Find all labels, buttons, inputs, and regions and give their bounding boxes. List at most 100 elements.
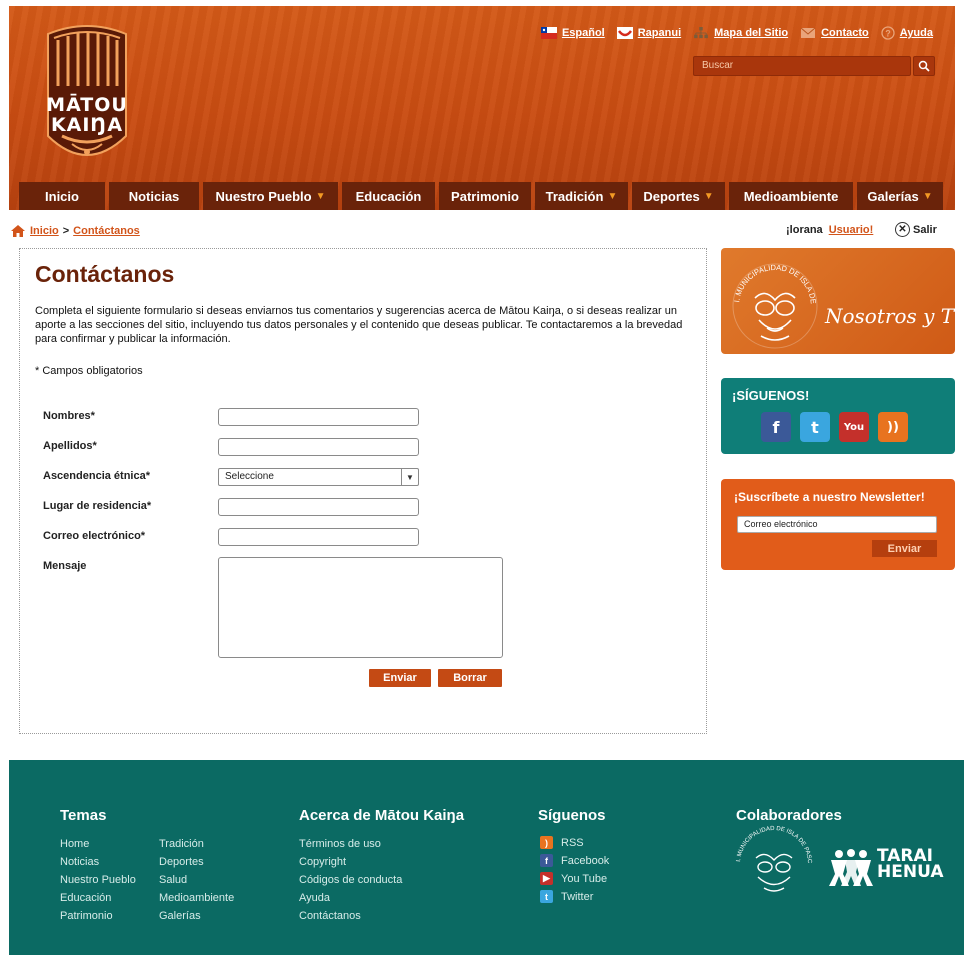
- footer-link[interactable]: Nuestro Pueblo: [60, 874, 136, 886]
- nav-nuestro-pueblo-label: Nuestro Pueblo: [215, 188, 312, 204]
- nav-tradicion[interactable]: Tradición ▼: [535, 182, 628, 210]
- nombres-label: Nombres*: [43, 410, 95, 422]
- footer-acerca-title: Acerca de Mātou Kaiŋa: [299, 807, 465, 824]
- newsletter-submit-button[interactable]: Enviar: [872, 540, 937, 557]
- tarai-henua-logo[interactable]: TARAI HENUA: [829, 848, 944, 888]
- svg-text:I. MUNICIPALIDAD DE ISLA DE PA: I. MUNICIPALIDAD DE ISLA DE PASCUA: [734, 822, 812, 864]
- youtube-icon[interactable]: You: [839, 412, 869, 442]
- apellidos-field[interactable]: [218, 438, 419, 456]
- nombres-field[interactable]: [218, 408, 419, 426]
- footer-link[interactable]: Educación: [60, 892, 111, 904]
- footer-link[interactable]: Galerías: [159, 910, 201, 922]
- logo-text-line2: KAIŊA: [50, 114, 124, 136]
- mail-icon: [800, 27, 816, 38]
- user-greeting-text: ¡lorana: [786, 224, 823, 236]
- search-icon: [918, 60, 930, 72]
- footer-temas-title: Temas: [60, 807, 107, 824]
- breadcrumb-home-link[interactable]: Inicio: [30, 225, 59, 237]
- footer-link[interactable]: Códigos de conducta: [299, 874, 402, 886]
- footer-link[interactable]: Patrimonio: [60, 910, 113, 922]
- close-icon: ✕: [895, 222, 910, 237]
- search-button[interactable]: [913, 56, 935, 76]
- correo-label: Correo electrónico*: [43, 530, 146, 542]
- tarai-text-line2: HENUA: [877, 862, 944, 882]
- footer-link[interactable]: Contáctanos: [299, 910, 361, 922]
- breadcrumb-separator: >: [62, 225, 70, 237]
- submit-button[interactable]: Enviar: [369, 669, 431, 687]
- nav-medioambiente[interactable]: Medioambiente: [729, 182, 853, 210]
- breadcrumb-current-link[interactable]: Contáctanos: [73, 225, 140, 237]
- nav-noticias[interactable]: Noticias: [109, 182, 199, 210]
- footer-seal-text: I. MUNICIPALIDAD DE ISLA DE PASCUA: [734, 822, 812, 864]
- newsletter-box: ¡Suscríbete a nuestro Newsletter! Correo…: [721, 479, 955, 570]
- nav-inicio[interactable]: Inicio: [19, 182, 105, 210]
- nav-medioambiente-label: Medioambiente: [743, 188, 839, 204]
- nav-noticias-label: Noticias: [128, 188, 180, 204]
- chevron-down-icon: ▼: [315, 190, 326, 202]
- social-icons-row: f t You )): [761, 412, 908, 442]
- tarai-henua-text: TARAI HENUA: [877, 848, 944, 882]
- nav-nuestro-pueblo[interactable]: Nuestro Pueblo ▼: [203, 182, 338, 210]
- svg-text:I. MUNICIPALIDAD DE ISLA DE PA: I. MUNICIPALIDAD DE ISLA DE PASCUA: [721, 248, 818, 306]
- newsletter-email-input[interactable]: Correo electrónico: [737, 516, 937, 533]
- footer-link[interactable]: Noticias: [60, 856, 99, 868]
- sitemap-link[interactable]: Mapa del Sitio: [693, 27, 788, 39]
- municipality-seal-logo: I. MUNICIPALIDAD DE ISLA DE PASCUA: [721, 248, 818, 349]
- nav-patrimonio[interactable]: Patrimonio: [439, 182, 531, 210]
- footer-facebook-link[interactable]: f Facebook: [540, 854, 609, 867]
- nav-galerias-label: Galerías: [867, 188, 919, 204]
- footer-link[interactable]: Tradición: [159, 838, 204, 850]
- chevron-down-icon: ▼: [401, 469, 418, 485]
- search-input[interactable]: Buscar: [693, 56, 911, 76]
- municipality-seal-logo[interactable]: I. MUNICIPALIDAD DE ISLA DE PASCUA: [734, 822, 814, 902]
- footer-link[interactable]: Deportes: [159, 856, 204, 868]
- nosotros-y-tu-banner[interactable]: I. MUNICIPALIDAD DE ISLA DE PASCUA Nosot…: [721, 248, 955, 354]
- footer-link[interactable]: Términos de uso: [299, 838, 381, 850]
- ascendencia-select[interactable]: Seleccione ▼: [218, 468, 419, 486]
- nav-deportes-label: Deportes: [643, 188, 700, 204]
- chevron-down-icon: ▼: [922, 190, 933, 202]
- user-profile-link[interactable]: Usuario!: [829, 224, 874, 236]
- footer-rss-label: RSS: [561, 836, 584, 849]
- footer-link[interactable]: Copyright: [299, 856, 346, 868]
- nav-patrimonio-label: Patrimonio: [451, 188, 519, 204]
- language-rapanui-link[interactable]: Rapanui: [616, 27, 681, 39]
- banner-script-text: Nosotros y Tú: [825, 304, 955, 328]
- rapanui-flag-icon: [616, 27, 633, 39]
- help-link[interactable]: ? Ayuda: [881, 26, 933, 40]
- reset-button[interactable]: Borrar: [438, 669, 502, 687]
- residencia-label: Lugar de residencia*: [43, 500, 152, 512]
- logout-button[interactable]: ✕ Salir: [895, 222, 937, 237]
- footer-facebook-label: Facebook: [561, 854, 610, 867]
- nav-galerias[interactable]: Galerías ▼: [857, 182, 943, 210]
- footer-twitter-link[interactable]: t Twitter: [540, 890, 593, 903]
- footer-youtube-link[interactable]: ▶ You Tube: [540, 872, 607, 885]
- home-icon[interactable]: [10, 224, 26, 238]
- matou-kaina-logo[interactable]: MĀTOU KAIŊA: [42, 24, 132, 164]
- rss-icon[interactable]: )): [878, 412, 908, 442]
- help-label: Ayuda: [899, 27, 933, 39]
- language-espanol-link[interactable]: Español: [540, 27, 605, 39]
- mensaje-textarea[interactable]: [218, 557, 503, 658]
- nav-educacion[interactable]: Educación: [342, 182, 435, 210]
- chevron-down-icon: ▼: [607, 190, 618, 202]
- ascendencia-label: Ascendencia étnica*: [43, 470, 150, 482]
- twitter-icon[interactable]: t: [800, 412, 830, 442]
- facebook-icon[interactable]: f: [761, 412, 791, 442]
- nav-tradicion-label: Tradición: [545, 188, 604, 204]
- footer-rss-link[interactable]: ) RSS: [540, 836, 584, 849]
- footer-link[interactable]: Ayuda: [299, 892, 330, 904]
- nav-deportes[interactable]: Deportes ▼: [632, 182, 725, 210]
- help-icon: ?: [881, 26, 895, 40]
- residencia-field[interactable]: [218, 498, 419, 516]
- main-nav: Inicio Noticias Nuestro Pueblo ▼ Educació…: [9, 182, 955, 210]
- newsletter-title: ¡Suscríbete a nuestro Newsletter!: [734, 490, 925, 504]
- site-header: MĀTOU KAIŊA Español Rapanui Mapa del Sit…: [9, 6, 955, 210]
- footer-link[interactable]: Salud: [159, 874, 187, 886]
- correo-field[interactable]: [218, 528, 419, 546]
- follow-us-box: ¡SÍGUENOS! f t You )): [721, 378, 955, 454]
- footer-link[interactable]: Medioambiente: [159, 892, 234, 904]
- apellidos-label: Apellidos*: [43, 440, 97, 452]
- footer-link[interactable]: Home: [60, 838, 89, 850]
- contact-link[interactable]: Contacto: [800, 27, 869, 39]
